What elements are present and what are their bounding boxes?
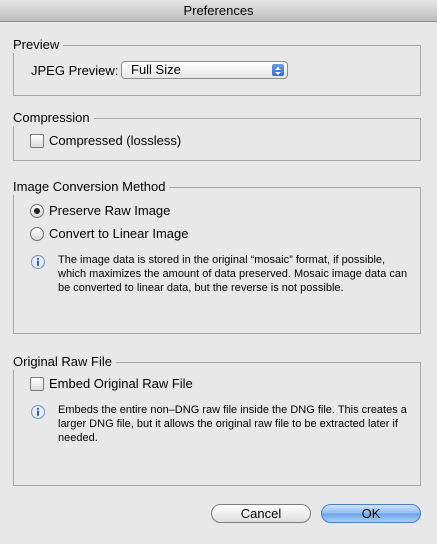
info-icon xyxy=(31,255,45,269)
conversion-legend: Image Conversion Method xyxy=(11,179,170,195)
conversion-info-text: The image data is stored in the original… xyxy=(58,254,408,294)
preserve-raw-radio[interactable] xyxy=(30,204,44,218)
embed-raw-label[interactable]: Embed Original Raw File xyxy=(49,376,193,392)
compressed-label[interactable]: Compressed (lossless) xyxy=(49,133,181,149)
compressed-checkbox[interactable] xyxy=(30,134,44,148)
embed-raw-checkbox[interactable] xyxy=(30,377,44,391)
preview-legend: Preview xyxy=(11,37,64,53)
jpeg-preview-select[interactable]: Full Size xyxy=(121,61,288,79)
convert-linear-label[interactable]: Convert to Linear Image xyxy=(49,226,188,242)
raw-file-legend: Original Raw File xyxy=(11,354,116,370)
compression-legend: Compression xyxy=(11,110,94,126)
window-title: Preferences xyxy=(0,0,437,22)
convert-linear-radio[interactable] xyxy=(30,227,44,241)
cancel-button[interactable]: Cancel xyxy=(211,504,311,523)
jpeg-preview-label: JPEG Preview: xyxy=(31,63,119,78)
jpeg-preview-value: Full Size xyxy=(131,62,181,77)
info-icon xyxy=(31,405,45,419)
preserve-raw-label[interactable]: Preserve Raw Image xyxy=(49,203,170,219)
raw-info-text: Embeds the entire non–DNG raw file insid… xyxy=(58,404,407,444)
ok-button[interactable]: OK xyxy=(321,504,421,523)
updown-arrows-icon xyxy=(272,64,284,76)
radio-selected-dot xyxy=(34,208,40,214)
